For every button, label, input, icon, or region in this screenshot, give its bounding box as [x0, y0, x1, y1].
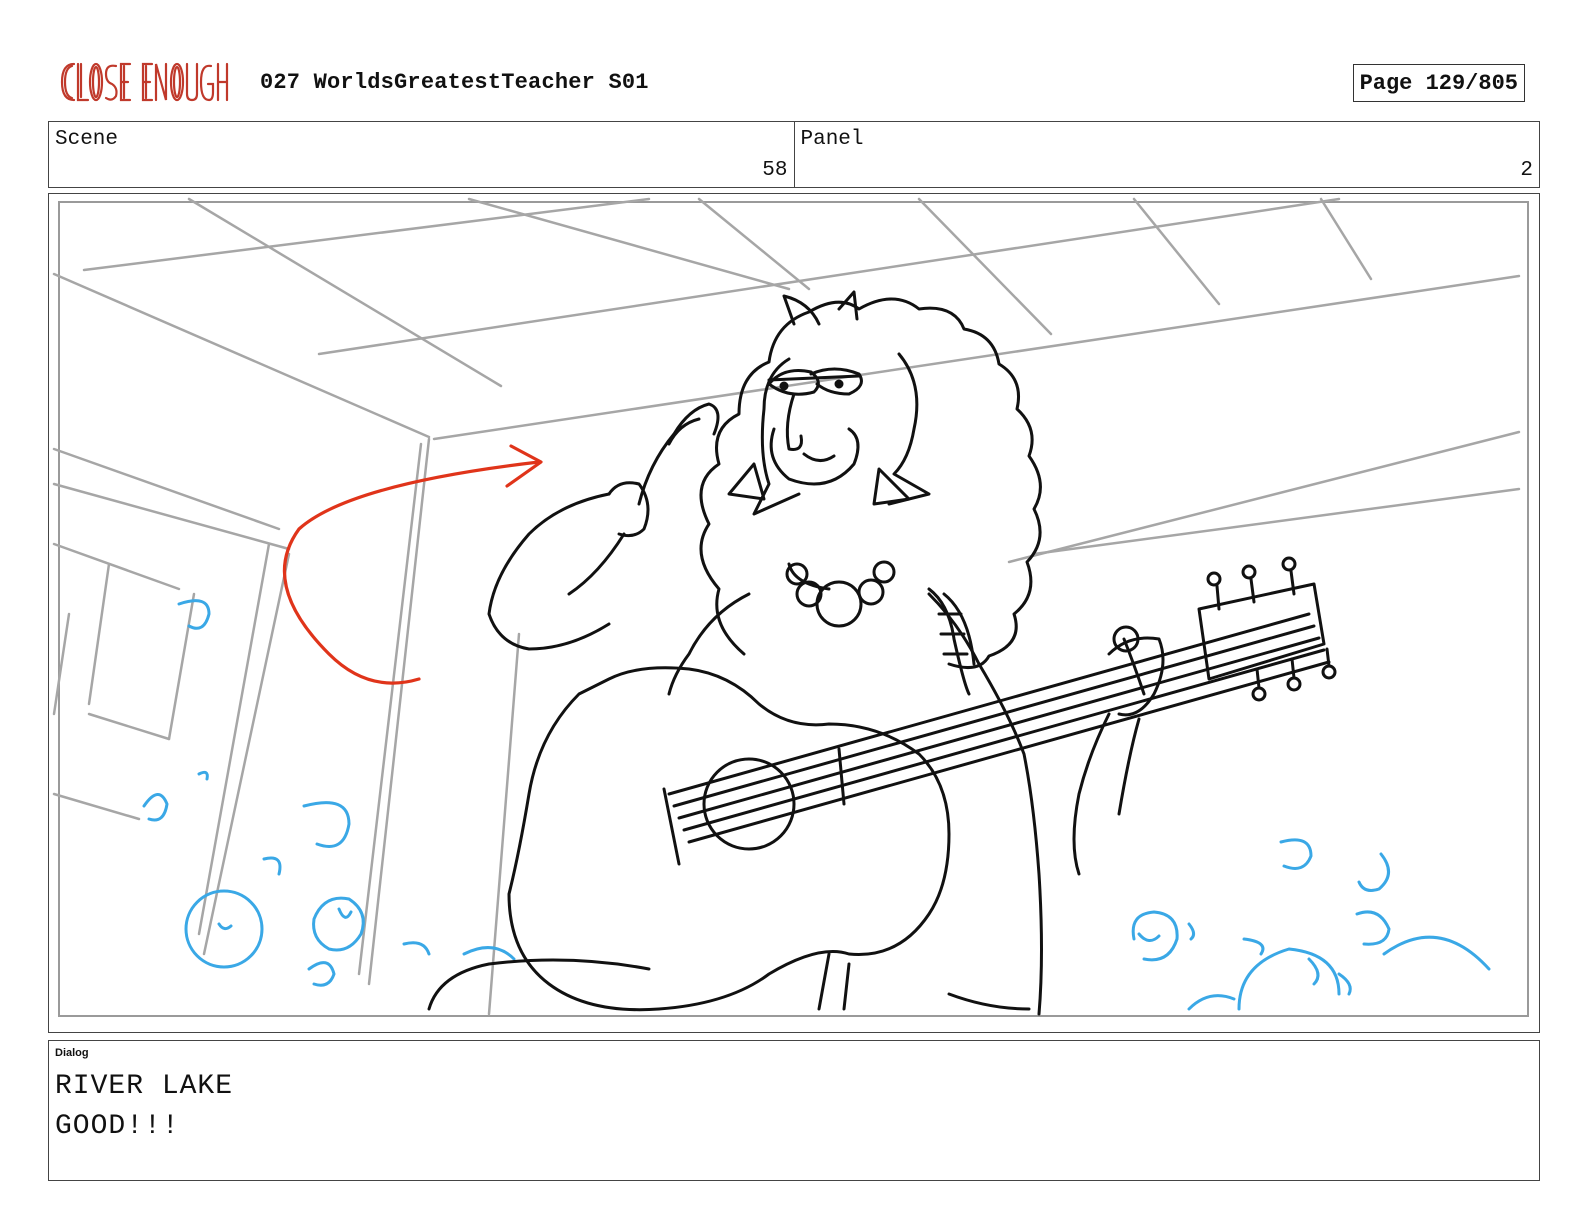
storyboard-panel	[48, 193, 1540, 1033]
dialog-line: RIVER LAKE	[55, 1071, 234, 1102]
teacher-character	[427, 290, 1337, 1016]
ceiling-grid	[52, 197, 1521, 1016]
scene-label: Scene	[55, 128, 119, 151]
close-enough-logo	[60, 62, 229, 102]
panel-cell: Panel 2	[793, 122, 1540, 187]
scene-cell: Scene 58	[49, 122, 794, 187]
panel-number: 2	[1520, 159, 1533, 182]
panel-label: Panel	[800, 128, 864, 151]
dialog-line: GOOD!!!	[55, 1111, 180, 1142]
dialog-box: Dialog RIVER LAKE GOOD!!!	[48, 1040, 1540, 1181]
scene-number: 58	[762, 159, 788, 182]
page-counter: Page 129/805	[1352, 64, 1525, 102]
dialog-label: Dialog	[55, 1047, 89, 1059]
sequence-title: 027 WorldsGreatestTeacher S01	[260, 70, 649, 95]
scene-panel-row: Scene 58 Panel 2	[48, 121, 1540, 188]
storyboard-drawing	[52, 197, 1529, 1017]
motion-arrow	[282, 444, 543, 685]
